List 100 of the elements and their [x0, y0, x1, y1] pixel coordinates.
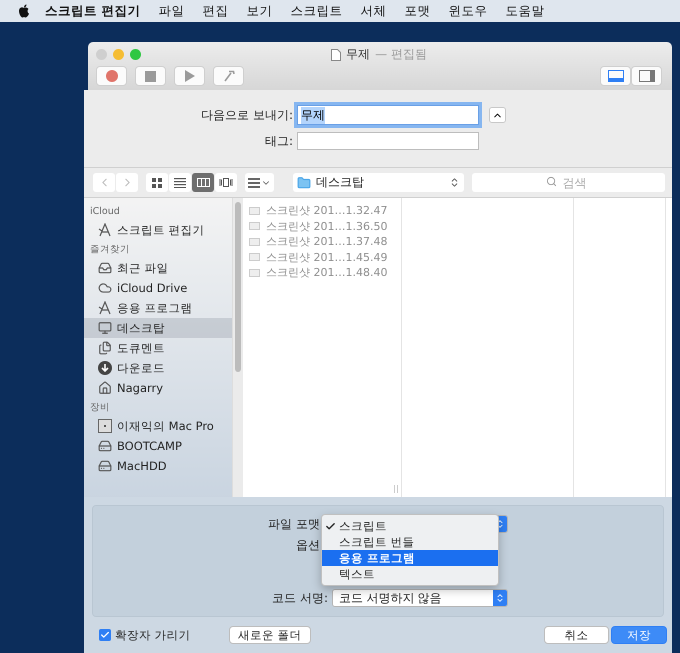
- up-down-icon: [449, 177, 460, 188]
- stop-button[interactable]: [135, 66, 166, 86]
- run-button[interactable]: [174, 66, 205, 86]
- menu-title[interactable]: 편집: [193, 2, 238, 20]
- scrollbar-thumb[interactable]: [235, 202, 241, 372]
- search-icon: [546, 176, 557, 187]
- stop-icon: [145, 70, 156, 82]
- new-folder-button[interactable]: 새로운 폴더: [228, 626, 311, 644]
- sidebar-item[interactable]: 이재익의 Mac Pro: [84, 416, 232, 436]
- column-resize-handle[interactable]: [394, 485, 398, 493]
- cloud-icon: [98, 281, 112, 295]
- image-file-icon: [249, 268, 260, 277]
- grid-icon: [152, 178, 162, 188]
- file-format-label: 파일 포맷: [267, 516, 320, 532]
- computer-icon: [98, 419, 112, 433]
- view-mode-button[interactable]: [192, 173, 214, 192]
- record-icon: [106, 70, 118, 82]
- sidebar-item-label: 다운로드: [117, 360, 165, 376]
- image-file-icon: [249, 253, 260, 262]
- sidebar-item[interactable]: iCloud Drive: [84, 278, 232, 298]
- hide-extension-checkbox[interactable]: [99, 629, 111, 641]
- cover-flow-icon: [219, 178, 233, 187]
- file-name: 스크린샷 201…1.48.40: [266, 265, 388, 280]
- side-panel-icon: [638, 70, 654, 82]
- edited-status: — 편집됨: [375, 46, 427, 63]
- cancel-button[interactable]: 취소: [544, 626, 609, 644]
- sidebar-item-label: 도큐멘트: [117, 340, 165, 356]
- menu-title[interactable]: 윈도우: [439, 2, 496, 20]
- bottom-panel-icon: [608, 70, 624, 82]
- file-name: 스크린샷 201…1.36.50: [266, 218, 388, 234]
- panel-toggle-button[interactable]: [600, 66, 631, 86]
- sidebar-item-label: 응용 프로그램: [117, 300, 193, 316]
- hammer-icon: [222, 70, 234, 82]
- file-name: 스크린샷 201…1.45.49: [266, 250, 388, 265]
- sidebar-item[interactable]: 데스크탑: [84, 318, 232, 338]
- columns-icon: [196, 178, 210, 187]
- sidebar-section-header: 즐겨찾기: [89, 242, 131, 256]
- document-icon: [331, 48, 342, 60]
- hide-extension-label: 확장자 가리기: [115, 628, 191, 642]
- tray-icon: [98, 261, 112, 275]
- a-shape-icon: [98, 223, 112, 237]
- location-popup[interactable]: 데스크탑: [293, 173, 464, 192]
- check-icon: [100, 630, 110, 640]
- save-as-field[interactable]: 무제: [297, 105, 479, 125]
- sidebar-item-label: BOOTCAMP: [117, 439, 182, 453]
- drive-icon: [98, 439, 112, 453]
- monitor-icon: [98, 321, 112, 335]
- code-sign-label: 코드 서명:: [271, 590, 328, 606]
- menu-title[interactable]: 스크립트: [281, 2, 352, 20]
- image-file-icon: [249, 222, 260, 230]
- compile-button[interactable]: [213, 66, 244, 86]
- tags-field[interactable]: [297, 132, 479, 150]
- arrange-button[interactable]: [245, 173, 274, 192]
- search-field[interactable]: 검색: [472, 173, 665, 192]
- record-button[interactable]: [96, 66, 127, 86]
- file-name: 스크린샷 201…1.32.47: [266, 203, 388, 218]
- zoom-button[interactable]: [130, 48, 141, 60]
- forward-button[interactable]: [116, 173, 138, 192]
- menu-item[interactable]: 응용 프로그램: [322, 550, 498, 566]
- panel-toggle-button[interactable]: [631, 66, 662, 86]
- folder-icon: [297, 176, 311, 190]
- sidebar-item[interactable]: BOOTCAMP: [84, 436, 232, 456]
- menu-item[interactable]: 스크립트: [322, 518, 498, 534]
- tags-label: 태그:: [264, 132, 293, 150]
- save-as-label: 다음으로 보내기:: [200, 106, 293, 124]
- app-menu[interactable]: 스크립트 편집기: [36, 2, 150, 20]
- view-mode-button[interactable]: [169, 173, 191, 192]
- sidebar-item[interactable]: 최근 파일: [84, 258, 232, 278]
- menu-title[interactable]: 포맷: [395, 2, 440, 20]
- sidebar-section-header: 장비: [89, 400, 111, 414]
- menu-item[interactable]: 스크립트 번들: [322, 534, 498, 550]
- apple-logo-icon[interactable]: [18, 4, 30, 18]
- back-button[interactable]: [93, 173, 115, 192]
- code-sign-popup[interactable]: 코드 서명하지 않음: [332, 589, 508, 607]
- house-icon: [98, 381, 112, 395]
- menu-title[interactable]: 보기: [237, 2, 282, 20]
- sidebar-section-header: iCloud: [89, 204, 121, 218]
- collapse-button[interactable]: [489, 107, 506, 123]
- sidebar-item-label: Nagarry: [117, 381, 164, 395]
- image-file-icon: [249, 206, 260, 215]
- view-mode-button[interactable]: [146, 173, 168, 192]
- documents-icon: [98, 341, 112, 355]
- sidebar-item[interactable]: Nagarry: [84, 378, 232, 398]
- sidebar-item-label: 스크립트 편집기: [117, 222, 205, 238]
- menu-item[interactable]: 텍스트: [322, 566, 498, 582]
- file-name: 스크린샷 201…1.37.48: [266, 234, 388, 250]
- view-mode-button[interactable]: [215, 173, 237, 192]
- menu-title[interactable]: 파일: [149, 2, 194, 20]
- sidebar-item[interactable]: MacHDD: [84, 456, 232, 476]
- options-label: 옵션: [295, 536, 320, 554]
- sidebar-item-label: 최근 파일: [117, 260, 169, 276]
- sidebar-item[interactable]: 응용 프로그램: [84, 298, 232, 318]
- up-down-icon: [495, 593, 505, 603]
- sidebar-item[interactable]: 다운로드: [84, 358, 232, 378]
- list-icon: [174, 178, 186, 188]
- arrange-icon: [248, 178, 260, 188]
- menu-title[interactable]: 서체: [351, 2, 396, 20]
- sidebar-item[interactable]: 도큐멘트: [84, 338, 232, 358]
- menu-title[interactable]: 도움말: [496, 2, 554, 20]
- sidebar-item[interactable]: 스크립트 편집기: [84, 220, 232, 240]
